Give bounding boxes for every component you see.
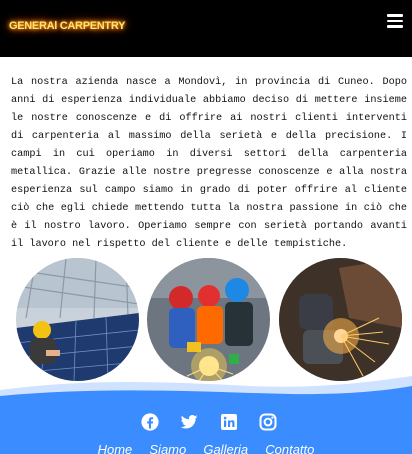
photo-welding-team (147, 258, 270, 381)
hamburger-menu-icon[interactable] (387, 12, 403, 29)
footer-link-contatto[interactable]: Contatto (265, 442, 314, 454)
twitter-icon[interactable] (179, 412, 199, 432)
linkedin-icon[interactable] (219, 412, 239, 432)
footer-link-home[interactable]: Home (98, 442, 133, 454)
facebook-icon[interactable] (140, 412, 160, 432)
site-header: GENERAl CARPENTRY (0, 0, 412, 57)
photo-welder-sparks (279, 258, 402, 381)
footer-link-galleria[interactable]: Galleria (203, 442, 248, 454)
brand-logo-text[interactable]: GENERAl CARPENTRY (9, 20, 125, 32)
photo-solar-worker (16, 258, 139, 381)
intro-paragraph: La nostra azienda nasce a Mondovì, in pr… (11, 77, 407, 251)
instagram-icon[interactable] (258, 412, 278, 432)
footer-link-siamo[interactable]: Siamo (149, 442, 186, 454)
footer-nav: Home Siamo Galleria Contatto (0, 439, 412, 454)
